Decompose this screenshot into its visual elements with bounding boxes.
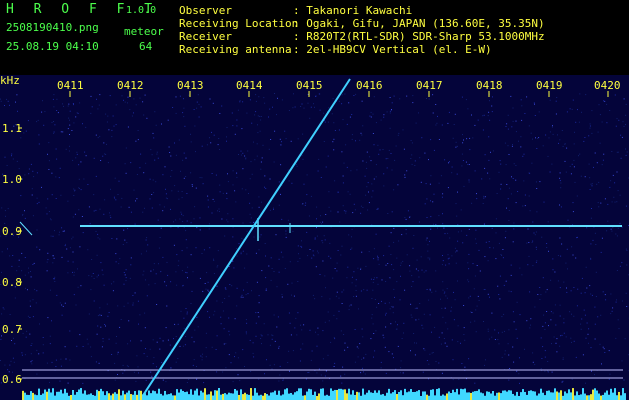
info-value-receiver: : R820T2(RTL-SDR) SDR-Sharp 53.1000MHz (293, 30, 545, 43)
info-value-observer: : Takanori Kawachi (293, 4, 413, 17)
date-time: 25.08.19 04:10 (6, 40, 99, 53)
info-label-observer: Observer (179, 4, 232, 17)
info-value-location: : Ogaki, Gifu, JAPAN (136.60E, 35.35N) (293, 17, 545, 30)
time-tick-0413: 0413 (177, 79, 204, 92)
info-label-antenna: Receiving antenna (179, 43, 292, 56)
info-value-antenna: : 2el-HB9CV Vertical (el. E-W) (293, 43, 492, 56)
spectrogram-panel: kHz 0411 0412 0413 0414 0415 0416 0417 0… (0, 75, 629, 400)
freq-unit-label: kHz (0, 74, 20, 87)
time-tick-0412: 0412 (117, 79, 144, 92)
time-tick-0411: 0411 (57, 79, 84, 92)
time-tick-0420: 0420 (594, 79, 621, 92)
info-label-location: Receiving Location (179, 17, 299, 30)
spectrogram (0, 75, 629, 400)
time-tick-0418: 0418 (476, 79, 503, 92)
info-label-receiver: Receiver (179, 30, 232, 43)
freq-tick-0.8: 0.8 (2, 276, 22, 289)
freq-tick-1.1: 1.1 (2, 122, 22, 135)
meteor-label: meteor (124, 25, 164, 38)
time-tick-0417: 0417 (416, 79, 443, 92)
header: H R O F F T 1.0.0 2508190410.png meteor … (0, 0, 629, 75)
freq-tick-1.0: 1.0 (2, 173, 22, 186)
time-tick-0414: 0414 (236, 79, 263, 92)
time-tick-0415: 0415 (296, 79, 323, 92)
time-tick-0419: 0419 (536, 79, 563, 92)
freq-tick-0.9: 0.9 (2, 225, 22, 238)
time-tick-0416: 0416 (356, 79, 383, 92)
meteor-count: 64 (139, 40, 153, 53)
file-name: 2508190410.png (6, 21, 99, 34)
app-version: 1.0.0 (126, 5, 157, 16)
freq-tick-0.7: 0.7 (2, 323, 22, 336)
freq-tick-0.6: 0.6 (2, 373, 22, 386)
spectrogram-background (0, 75, 629, 400)
